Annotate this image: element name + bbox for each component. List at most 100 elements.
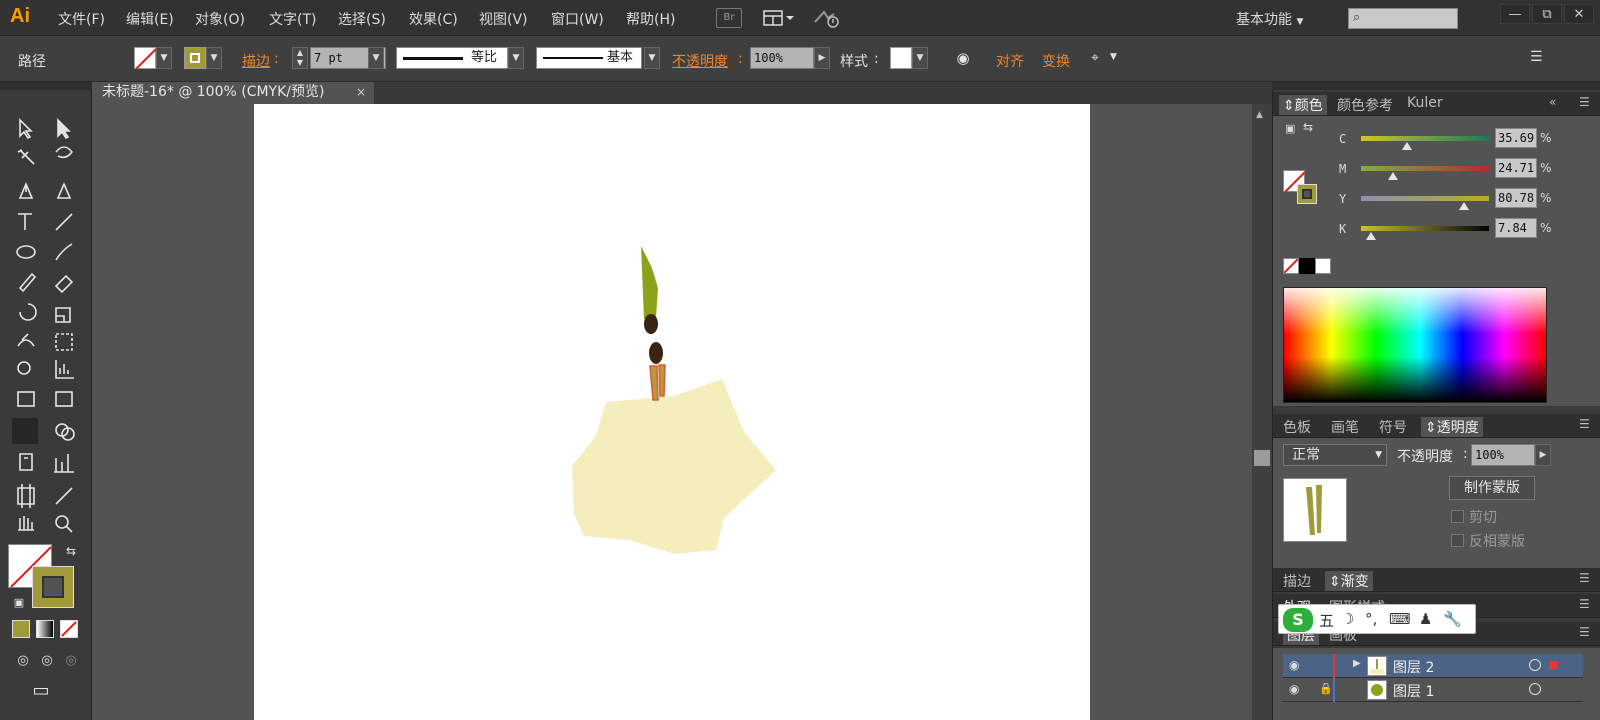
swap-fill-stroke-icon[interactable]: ⇆ (58, 538, 84, 564)
stroke-swatch[interactable] (184, 47, 206, 69)
artboard[interactable] (254, 104, 1090, 720)
close-tab-icon[interactable]: × (356, 82, 366, 102)
menu-type[interactable]: 文字(T) (269, 9, 316, 29)
minimize-button[interactable]: — (1500, 4, 1530, 24)
variable-width-profile[interactable]: 等比 (396, 47, 508, 69)
opacity-arrow[interactable]: ▶ (814, 47, 830, 69)
visibility-eye-icon[interactable]: ◉ (1289, 658, 1307, 672)
layer-row[interactable]: ◉ 🔒 图层 1 (1283, 678, 1583, 702)
color-spectrum[interactable] (1283, 287, 1547, 403)
stroke-weight-stepper[interactable]: ▲ ▼ (292, 47, 308, 69)
tab-brushes[interactable]: 画笔 (1331, 417, 1359, 437)
black-color-chip[interactable] (1299, 258, 1315, 274)
document-tab[interactable]: 未标题-16* @ 100% (CMYK/预览) × (92, 82, 374, 104)
gpu-performance-icon[interactable] (812, 8, 842, 28)
transparency-opacity-arrow[interactable]: ▶ (1535, 444, 1551, 466)
none-mode-button[interactable] (60, 620, 78, 638)
fill-swatch[interactable] (134, 47, 157, 70)
tab-swatches[interactable]: 色板 (1283, 417, 1311, 437)
transform-panel-link[interactable]: 变换 (1042, 51, 1070, 71)
isolate-icon[interactable]: ⌖ (1082, 45, 1108, 71)
menu-view[interactable]: 视图(V) (479, 9, 528, 29)
stroke-weight-dropdown[interactable]: ▼ (368, 47, 384, 69)
bridge-icon[interactable]: Br (716, 8, 742, 28)
expand-triangle-icon[interactable]: ▶ (1353, 658, 1361, 669)
clip-checkbox[interactable] (1451, 510, 1464, 523)
lock-icon[interactable]: 🔒 (1319, 682, 1333, 695)
magenta-slider-thumb[interactable] (1387, 172, 1398, 180)
panel-menu-icon[interactable]: ☰ (1530, 49, 1543, 65)
eyedropper-tool[interactable] (12, 418, 38, 444)
default-colors-icon[interactable]: ▣ (6, 590, 32, 616)
tab-color[interactable]: ⇕颜色 (1279, 95, 1327, 115)
tab-color-guide[interactable]: 颜色参考 (1337, 95, 1393, 115)
brush-definition[interactable]: 基本 (536, 47, 642, 69)
isolate-dropdown-icon[interactable]: ▼ (1110, 52, 1117, 62)
yellow-slider-thumb[interactable] (1459, 202, 1470, 210)
object-thumbnail[interactable] (1283, 478, 1347, 542)
fill-dropdown[interactable]: ▼ (156, 47, 172, 69)
help-search-input[interactable]: ⌕ (1348, 8, 1458, 29)
sogou-logo-icon[interactable]: S (1283, 608, 1313, 632)
layer-target-icon[interactable] (1529, 683, 1541, 695)
stroke-indicator[interactable] (32, 566, 74, 608)
settings-wrench-icon[interactable]: 🔧 (1443, 610, 1462, 628)
half-width-moon-icon[interactable]: ☽ (1341, 610, 1354, 628)
color-stroke-swatch[interactable] (1297, 184, 1317, 204)
layer-name[interactable]: 图层 2 (1393, 657, 1434, 677)
tab-stroke[interactable]: 描边 (1283, 571, 1311, 591)
menu-file[interactable]: 文件(F) (58, 9, 105, 29)
keyboard-icon[interactable]: ⌨ (1389, 610, 1411, 628)
scroll-up-icon[interactable]: ▲ (1256, 110, 1263, 120)
selection-indicator[interactable] (1549, 661, 1557, 669)
menu-edit[interactable]: 编辑(E) (126, 9, 174, 29)
restore-button[interactable]: ⧉ (1532, 4, 1562, 24)
tab-gradient[interactable]: ⇕渐变 (1325, 571, 1373, 591)
black-slider[interactable] (1361, 226, 1489, 231)
layer-target-icon[interactable] (1529, 659, 1541, 671)
vertical-scrollbar[interactable]: ▲ (1252, 104, 1272, 720)
menu-object[interactable]: 对象(O) (195, 9, 245, 29)
align-panel-link[interactable]: 对齐 (996, 51, 1024, 71)
tab-symbols[interactable]: 符号 (1379, 417, 1407, 437)
layer-row[interactable]: ◉ ▶ 图层 2 (1283, 654, 1583, 678)
panel-collapse-icon[interactable]: « (1549, 95, 1556, 109)
yellow-field[interactable]: 80.78 (1495, 188, 1537, 208)
stroke-panel-link[interactable]: 描边 (242, 51, 270, 71)
layers-menu-icon[interactable]: ☰ (1579, 625, 1590, 639)
brush-dropdown[interactable]: ▼ (644, 47, 660, 69)
gradient-mode-button[interactable] (36, 620, 54, 638)
color-panel-menu-icon[interactable]: ☰ (1579, 95, 1590, 109)
tab-kuler[interactable]: Kuler (1407, 95, 1443, 111)
cyan-slider[interactable] (1361, 136, 1489, 141)
workspace-switcher[interactable]: 基本功能 ▼ (1236, 9, 1303, 29)
scroll-thumb[interactable] (1254, 450, 1270, 466)
menu-select[interactable]: 选择(S) (338, 9, 386, 29)
yellow-slider[interactable] (1361, 196, 1489, 201)
menu-effect[interactable]: 效果(C) (409, 9, 458, 29)
blend-mode-select[interactable]: 正常 ▼ (1283, 444, 1387, 466)
draw-normal-icon[interactable]: ◎ (10, 648, 36, 674)
make-mask-button[interactable]: 制作蒙版 (1449, 476, 1535, 500)
opacity-panel-link[interactable]: 不透明度 (672, 51, 728, 71)
none-color-chip[interactable] (1283, 258, 1299, 274)
transparency-menu-icon[interactable]: ☰ (1579, 417, 1590, 431)
visibility-eye-icon[interactable]: ◉ (1289, 682, 1307, 696)
magenta-field[interactable]: 24.71 (1495, 158, 1537, 178)
skin-icon[interactable]: ♟ (1419, 610, 1432, 628)
recolor-artwork-icon[interactable]: ◉ (950, 45, 976, 71)
ime-mode-indicator[interactable]: 五 (1319, 610, 1334, 631)
profile-dropdown[interactable]: ▼ (508, 47, 524, 69)
screen-mode-icon[interactable]: ▭ (28, 678, 54, 704)
draw-inside-icon[interactable]: ◎ (58, 648, 84, 674)
layer-name[interactable]: 图层 1 (1393, 681, 1434, 701)
appearance-menu-icon[interactable]: ☰ (1579, 597, 1590, 611)
default-colors-small-icon[interactable]: ▣ (1285, 122, 1295, 135)
black-field[interactable]: 7.84 (1495, 218, 1537, 238)
menu-window[interactable]: 窗口(W) (551, 9, 604, 29)
swap-small-icon[interactable]: ⇆ (1303, 120, 1313, 134)
color-mode-button[interactable] (12, 620, 30, 638)
arrange-documents-icon[interactable] (762, 8, 796, 28)
transparency-opacity-field[interactable]: 100% (1471, 444, 1535, 466)
white-color-chip[interactable] (1315, 258, 1331, 274)
